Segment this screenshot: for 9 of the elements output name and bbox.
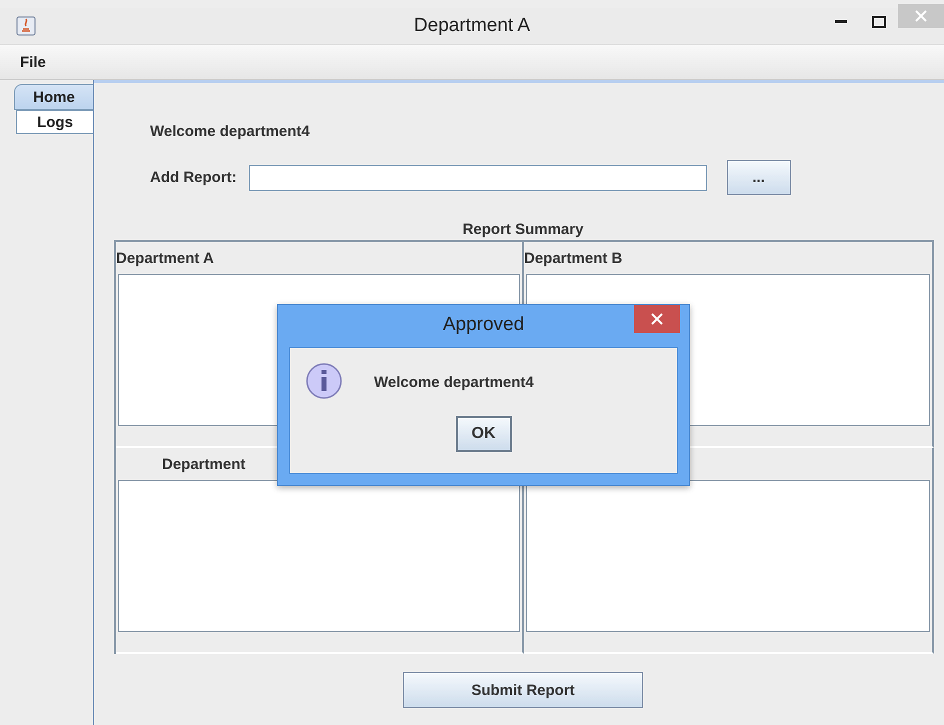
summary-title: Report Summary	[462, 221, 584, 238]
panel-title: Department A	[116, 250, 214, 266]
panel-title: Department B	[524, 250, 622, 266]
panel-title: Department	[162, 456, 246, 472]
dialog-title: Approved	[442, 314, 524, 336]
window-title: Department A	[414, 15, 530, 37]
dialog-message: Welcome department4	[374, 374, 534, 390]
welcome-text: Welcome department4	[150, 123, 310, 140]
add-report-label: Add Report:	[150, 169, 237, 186]
